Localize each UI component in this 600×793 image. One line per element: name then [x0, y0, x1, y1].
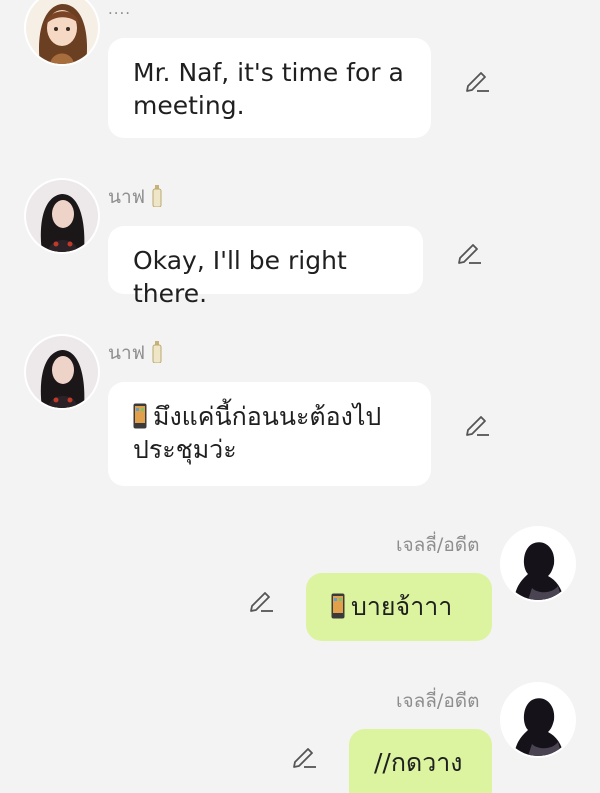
- message-text-line: //กดวาง: [374, 748, 463, 777]
- avatar-girl-photo[interactable]: [26, 336, 98, 408]
- message-bubble[interactable]: Okay, I'll be right there.: [108, 226, 423, 308]
- message-text-line: มึงแค่นี้ก่อนนะต้องไป: [133, 400, 406, 433]
- pencil-edit-icon[interactable]: [463, 66, 491, 94]
- message-text-line: ประชุมว่ะ: [133, 435, 237, 464]
- sender-name: นาฟ: [108, 182, 163, 212]
- message-text-line: meeting.: [133, 91, 245, 120]
- avatar-girl-photo[interactable]: [26, 180, 98, 252]
- message-text-line: Okay, I'll be right there.: [133, 246, 347, 308]
- pencil-edit-icon[interactable]: [247, 586, 275, 614]
- message-text-line: Mr. Naf, it's time for a: [133, 58, 404, 87]
- pencil-edit-icon[interactable]: [455, 238, 483, 266]
- avatar-girl-illustrated[interactable]: [26, 0, 98, 64]
- message-text: บายจ้าาา: [351, 592, 453, 621]
- message-bubble[interactable]: Mr. Naf, it's time for a meeting.: [108, 38, 431, 138]
- sender-name: เจลลี่/อดีต: [396, 534, 480, 556]
- message-bubble[interactable]: บายจ้าาา: [306, 573, 492, 641]
- sender-name: เจลลี่/อดีต: [396, 690, 480, 712]
- mobile-phone-emoji-icon: [331, 593, 345, 619]
- avatar-silhouette[interactable]: [502, 684, 574, 756]
- message-text: มึงแค่นี้ก่อนนะต้องไป: [153, 402, 382, 431]
- sender-name-text: นาฟ: [108, 342, 146, 364]
- pencil-edit-icon[interactable]: [290, 742, 318, 770]
- sender-name-text: นาฟ: [108, 186, 146, 208]
- message-bubble[interactable]: //กดวาง: [349, 729, 492, 793]
- bottle-emoji-icon: [151, 341, 163, 363]
- mobile-phone-emoji-icon: [133, 403, 147, 429]
- sender-name: นาฟ: [108, 338, 163, 368]
- pencil-edit-icon[interactable]: [463, 410, 491, 438]
- avatar-silhouette[interactable]: [502, 528, 574, 600]
- bottle-emoji-icon: [151, 185, 163, 207]
- message-text-line: บายจ้าาา: [331, 590, 467, 623]
- message-bubble[interactable]: มึงแค่นี้ก่อนนะต้องไป ประชุมว่ะ: [108, 382, 431, 486]
- sender-name: ....: [108, 0, 132, 18]
